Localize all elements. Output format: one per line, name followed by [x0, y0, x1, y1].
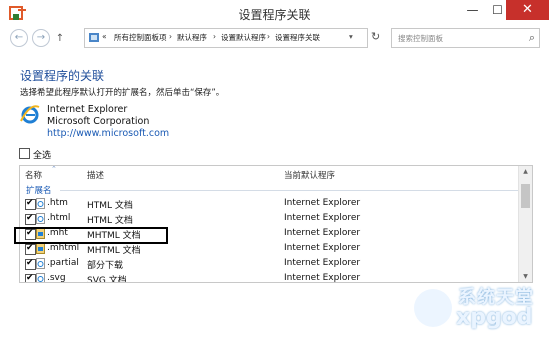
breadcrumb-default-programs[interactable]: 默认程序 — [177, 32, 207, 43]
up-arrow-icon[interactable]: ↑ — [54, 31, 66, 44]
breadcrumb-set-default[interactable]: 设置默认程序 — [221, 32, 266, 43]
back-arrow-icon[interactable]: ← — [10, 29, 28, 47]
navigation-bar: ← → ↑ « 所有控制面板项 › 默认程序 › 设置默认程序 › 设置程序关联… — [0, 27, 549, 49]
control-panel-small-icon — [89, 33, 99, 42]
column-header-description[interactable]: 描述 — [87, 169, 104, 181]
chevron-down-icon[interactable]: ▾ — [349, 32, 353, 41]
row-description: MHTML 文档 — [87, 246, 141, 256]
search-box[interactable]: 搜索控制面板 ⌕ — [391, 28, 540, 48]
row-checkbox[interactable] — [25, 228, 36, 240]
row-default-program: Internet Explorer — [284, 198, 361, 208]
close-button[interactable]: ✕ — [506, 0, 549, 20]
mhtml-file-icon — [36, 228, 45, 239]
site-watermark: 系统天堂 xpgod — [414, 283, 544, 338]
row-checkbox[interactable] — [25, 258, 36, 270]
row-checkbox[interactable] — [25, 243, 36, 255]
minimize-button[interactable]: — — [459, 0, 486, 20]
row-extension: .mhtml — [47, 243, 80, 253]
row-default-program: Internet Explorer — [284, 258, 361, 268]
breadcrumb-separator: › — [267, 32, 270, 41]
scroll-down-icon[interactable]: ▼ — [519, 273, 532, 280]
search-input[interactable]: 搜索控制面板 — [398, 33, 443, 44]
title-bar: 设置程序关联 — ☐ ✕ — [0, 0, 549, 28]
extension-list: ⌃ 名称 描述 当前默认程序 扩展名 .htm HTML 文档 Internet… — [19, 165, 533, 283]
html-file-icon — [36, 213, 45, 224]
forward-arrow-icon[interactable]: → — [32, 29, 50, 47]
group-divider — [60, 190, 518, 191]
watermark-subtitle: xpgod — [456, 305, 533, 330]
group-header: 扩展名 — [26, 186, 52, 196]
partial-file-icon — [36, 258, 45, 269]
row-extension: .svg — [47, 273, 66, 283]
breadcrumb-all-items[interactable]: 所有控制面板项 — [114, 32, 167, 43]
row-checkbox[interactable] — [25, 213, 36, 225]
table-row[interactable]: .html HTML 文档 Internet Explorer — [20, 211, 518, 226]
sort-ascending-icon: ⌃ — [51, 165, 57, 173]
table-row[interactable]: .mhtml MHTML 文档 Internet Explorer — [20, 241, 518, 256]
svg-file-icon — [36, 273, 45, 282]
row-extension: .partial — [47, 258, 79, 268]
breadcrumb-separator: › — [213, 32, 216, 41]
column-header-name[interactable]: 名称 — [25, 169, 42, 181]
row-default-program: Internet Explorer — [284, 213, 361, 223]
table-row[interactable]: .mht MHTML 文档 Internet Explorer — [20, 226, 518, 241]
table-row[interactable]: .partial 部分下载 Internet Explorer — [20, 256, 518, 271]
html-file-icon — [36, 198, 45, 209]
row-checkbox[interactable] — [25, 198, 36, 210]
select-all-checkbox[interactable] — [19, 148, 30, 159]
row-description: 部分下载 — [87, 261, 124, 271]
row-extension: .mht — [47, 228, 68, 238]
refresh-icon[interactable]: ↻ — [371, 30, 380, 43]
row-description: SVG 文档 — [87, 276, 127, 283]
row-default-program: Internet Explorer — [284, 243, 361, 253]
scroll-up-icon[interactable]: ▲ — [519, 168, 532, 175]
control-panel-window: 设置程序关联 — ☐ ✕ ← → ↑ « 所有控制面板项 › 默认程序 › 设置… — [0, 0, 549, 341]
row-description: HTML 文档 — [87, 216, 133, 226]
program-name: Internet Explorer — [47, 104, 128, 115]
page-title: 设置程序的关联 — [20, 69, 105, 83]
address-bar[interactable]: « 所有控制面板项 › 默认程序 › 设置默认程序 › 设置程序关联 ▾ — [84, 28, 368, 48]
program-company: Microsoft Corporation — [47, 116, 150, 127]
internet-explorer-icon — [20, 105, 40, 124]
breadcrumb-set-association[interactable]: 设置程序关联 — [275, 32, 320, 43]
page-description: 选择希望此程序默认打开的扩展名，然后单击“保存”。 — [20, 88, 225, 98]
row-extension: .html — [47, 213, 71, 223]
row-description: HTML 文档 — [87, 201, 133, 211]
select-all-label[interactable]: 全选 — [33, 148, 51, 161]
vertical-scrollbar[interactable]: ▲ ▼ — [518, 166, 532, 282]
breadcrumb-separator: › — [169, 32, 172, 41]
column-header-current-default[interactable]: 当前默认程序 — [284, 169, 335, 181]
row-default-program: Internet Explorer — [284, 273, 361, 283]
breadcrumb-overflow[interactable]: « — [102, 32, 107, 41]
mhtml-file-icon — [36, 243, 45, 254]
table-row[interactable]: .htm HTML 文档 Internet Explorer — [20, 196, 518, 211]
row-extension: .htm — [47, 198, 68, 208]
program-website-link[interactable]: http://www.microsoft.com — [47, 128, 169, 139]
scrollbar-thumb[interactable] — [521, 184, 530, 208]
row-checkbox[interactable] — [25, 273, 36, 282]
row-description: MHTML 文档 — [87, 231, 141, 241]
watermark-logo-icon — [414, 289, 452, 327]
table-row[interactable]: .svg SVG 文档 Internet Explorer — [20, 271, 518, 283]
row-default-program: Internet Explorer — [284, 228, 361, 238]
search-icon[interactable]: ⌕ — [529, 31, 535, 45]
